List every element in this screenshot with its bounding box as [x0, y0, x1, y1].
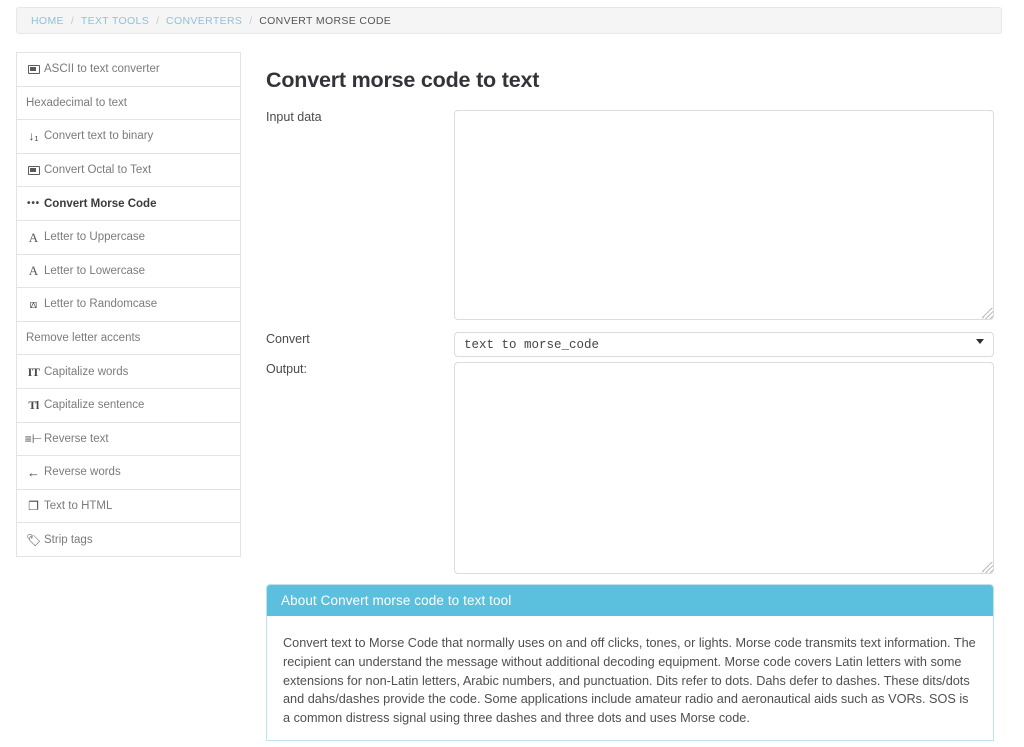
sidebar-item-label: Capitalize sentence [44, 399, 145, 412]
page-title: Convert morse code to text [266, 68, 540, 92]
sidebar-item-convert-text-to-binary[interactable]: ↓₁ Convert text to binary [17, 120, 240, 154]
sidebar-tool-list: ASCII to text converter Hexadecimal to te… [16, 52, 241, 557]
breadcrumb-item-3: CONVERT MORSE CODE [259, 14, 392, 27]
sidebar-item-reverse-words[interactable]: ← Reverse words [17, 456, 240, 490]
convert-direction-select-wrap[interactable]: text to morse_code [454, 332, 994, 357]
sidebar-item-letter-to-lowercase[interactable]: A Letter to Lowercase [17, 254, 240, 289]
sidebar-item-label: ASCII to text converter [44, 63, 160, 76]
sidebar-item-strip-tags[interactable]: 🏷 Strip tags [17, 523, 240, 557]
sidebar-item-convert-morse-code[interactable]: ••• Convert Morse Code [17, 187, 240, 221]
tag-icon: 🏷 [25, 532, 42, 547]
sidebar-item-reverse-text[interactable]: ≡⊢ Reverse text [17, 422, 240, 457]
input-data-textarea[interactable] [454, 110, 994, 320]
copy-page-icon: ❐ [28, 499, 39, 514]
sidebar-item-label: Letter to Uppercase [44, 231, 146, 244]
sidebar-item-hexadecimal-to-text[interactable]: Hexadecimal to text [17, 86, 240, 121]
sidebar-item-remove-letter-accents[interactable]: Remove letter accents [17, 321, 240, 356]
letter-a-icon: A [28, 229, 39, 245]
sidebar-item-capitalize-words[interactable]: IT Capitalize words [17, 355, 240, 389]
breadcrumb-separator: / [70, 14, 74, 27]
sidebar-item-label: Capitalize words [44, 365, 129, 378]
octal-box-icon [26, 163, 41, 177]
about-panel-body: Convert text to Morse Code that normally… [283, 636, 976, 726]
breadcrumb-item-2[interactable]: CONVERTERS [166, 15, 242, 27]
breadcrumb-separator: / [249, 14, 253, 27]
ascii-box-icon [26, 62, 41, 76]
sidebar-item-convert-octal-to-text[interactable]: Convert Octal to Text [17, 153, 240, 188]
sidebar-item-label: Text to HTML [44, 500, 113, 513]
about-panel: About Convert morse code to text tool Co… [266, 584, 994, 741]
output-textarea[interactable] [454, 362, 994, 574]
sidebar-item-ascii-to-text-converter[interactable]: ASCII to text converter [17, 53, 240, 87]
sidebar-item-label: Convert text to binary [44, 130, 154, 143]
sidebar-item-letter-to-randomcase[interactable]: ⟎ Letter to Randomcase [17, 288, 240, 322]
breadcrumb-item-1[interactable]: TEXT TOOLS [81, 15, 149, 27]
sidebar-item-label: Letter to Randomcase [44, 298, 158, 311]
sidebar-item-capitalize-sentence[interactable]: Tl Capitalize sentence [17, 388, 240, 423]
sidebar-item-letter-to-uppercase[interactable]: A Letter to Uppercase [17, 220, 240, 255]
output-label: Output: [266, 362, 307, 376]
it-text-icon: IT [27, 364, 40, 379]
breadcrumb-item-0[interactable]: HOME [31, 15, 64, 27]
reverse-text-icon: ≡⊢ [24, 431, 43, 446]
letter-a-icon: A [28, 263, 39, 279]
convert-label: Convert [266, 332, 310, 346]
sidebar-item-label: Letter to Lowercase [44, 264, 146, 277]
about-panel-heading: About Convert morse code to text tool [267, 585, 993, 616]
sort-binary-icon: ↓₁ [28, 129, 39, 144]
sidebar-item-label: Strip tags [44, 533, 93, 546]
sidebar-item-label: Hexadecimal to text [26, 96, 127, 109]
arrow-left-icon: ← [27, 464, 40, 480]
input-data-label: Input data [266, 110, 322, 124]
morse-dots-icon: ••• [27, 197, 40, 209]
tl-text-icon: Tl [28, 398, 39, 413]
breadcrumb: HOME / TEXT TOOLS / CONVERTERS / CONVERT MORSE… [16, 7, 1002, 34]
sidebar-item-text-to-html[interactable]: ❐ Text to HTML [17, 489, 240, 524]
sidebar-item-label: Remove letter accents [26, 332, 141, 345]
breadcrumb-separator: / [156, 14, 160, 27]
shuffle-icon: ⟎ [29, 297, 38, 312]
sidebar-item-label: Convert Octal to Text [44, 164, 152, 177]
convert-direction-select[interactable]: text to morse_code [454, 332, 994, 357]
sidebar-item-label: Convert Morse Code [44, 197, 157, 210]
sidebar-item-label: Reverse text [44, 432, 109, 445]
sidebar-item-label: Reverse words [44, 466, 121, 479]
